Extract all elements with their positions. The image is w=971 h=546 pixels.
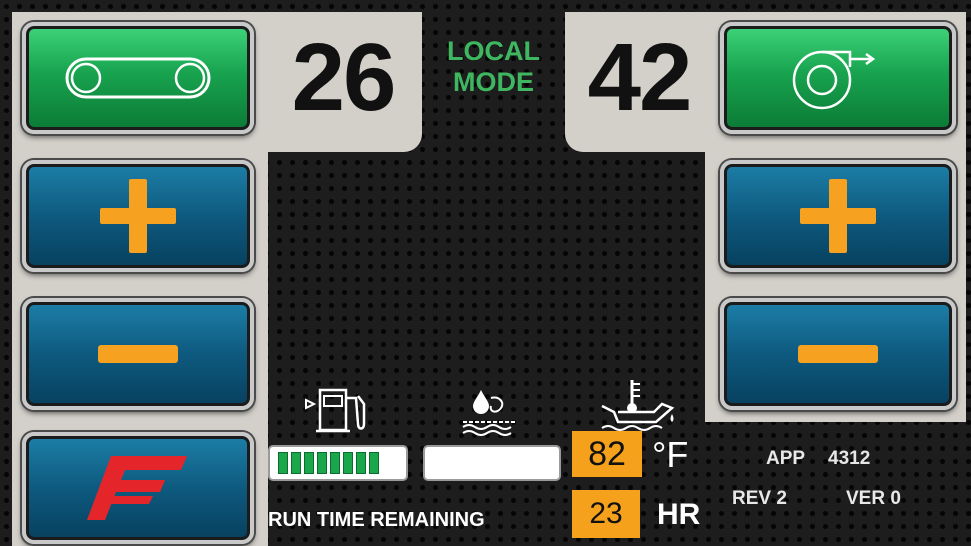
fuel-level-bar — [268, 445, 408, 481]
water-drain-icon — [462, 390, 515, 436]
plus-icon — [100, 179, 176, 253]
hmi-screen: 26 42 LOCAL MODE 82 °F RUN TIME REMAININ… — [0, 0, 971, 546]
mode-line2: MODE — [453, 67, 534, 97]
f-logo-icon — [87, 456, 187, 520]
minus-icon — [98, 345, 178, 363]
fuel-segment — [330, 452, 340, 474]
runtime-value: 23 — [572, 490, 640, 538]
left-setpoint-value: 26 — [291, 24, 397, 131]
fuel-segment — [356, 452, 366, 474]
minus-icon — [798, 345, 878, 363]
oil-temperature-icon — [601, 380, 675, 431]
right-setpoint-value: 42 — [587, 24, 693, 131]
fuel-segment — [343, 452, 353, 474]
fuel-segment — [291, 452, 301, 474]
app-label: APP — [766, 448, 806, 469]
runtime-number: 23 — [589, 497, 623, 530]
runtime-unit: HR — [657, 498, 701, 531]
right-increase-button[interactable] — [720, 160, 956, 272]
right-decrease-button[interactable] — [720, 298, 956, 410]
brand-button[interactable] — [22, 432, 254, 544]
ver-label: VER 0 — [846, 488, 901, 509]
runtime-label: RUN TIME REMAINING — [268, 509, 485, 531]
mode-indicator: LOCAL MODE — [422, 36, 565, 98]
conveyor-button[interactable] — [22, 22, 254, 134]
water-level-bar — [423, 445, 561, 481]
fuel-segment — [369, 452, 379, 474]
fan-blower-icon — [792, 50, 876, 110]
conveyor-belt-icon — [65, 57, 211, 99]
app-version: 4312 — [828, 448, 871, 469]
mode-line1: LOCAL — [447, 36, 540, 66]
fan-button[interactable] — [720, 22, 956, 134]
fuel-segment — [304, 452, 314, 474]
fuel-segment — [317, 452, 327, 474]
temperature-value: 82 — [572, 431, 642, 477]
fuel-pump-icon — [305, 388, 366, 433]
temperature-number: 82 — [588, 434, 626, 473]
rev-label: REV 2 — [732, 488, 787, 509]
left-increase-button[interactable] — [22, 160, 254, 272]
fuel-segment — [278, 452, 288, 474]
left-decrease-button[interactable] — [22, 298, 254, 410]
temperature-unit: °F — [652, 434, 689, 475]
plus-icon — [800, 179, 876, 253]
